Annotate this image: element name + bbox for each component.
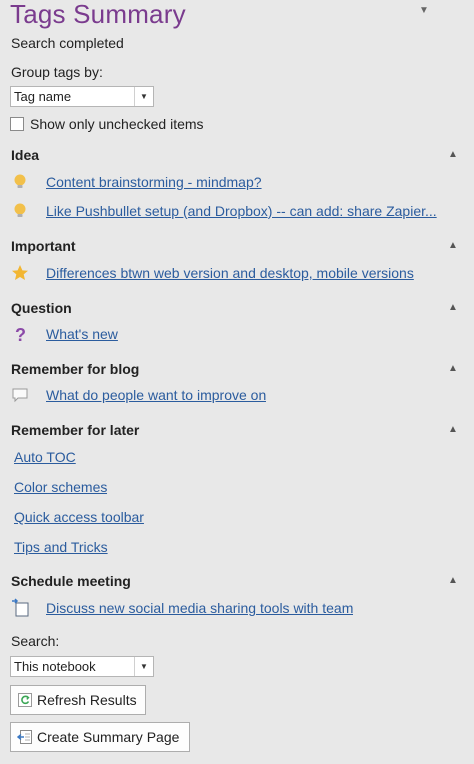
summary-page-icon [17,730,32,744]
collapse-icon[interactable]: ▲ [447,236,459,256]
section-title: Schedule meeting [11,573,131,589]
list-item: Differences btwn web version and desktop… [10,262,462,284]
create-summary-page-label: Create Summary Page [37,729,180,745]
group-by-selected-value: Tag name [14,89,72,104]
search-scope-selected-value: This notebook [14,659,96,674]
refresh-icon [18,693,32,707]
collapse-icon[interactable]: ▲ [447,298,459,318]
list-item: Discuss new social media sharing tools w… [10,597,462,619]
tag-link[interactable]: Differences btwn web version and desktop… [46,262,414,284]
show-unchecked-checkbox[interactable] [10,117,24,131]
list-item: ? What's new [10,323,462,345]
list-item: Quick access toolbar [10,506,462,528]
section-header-question[interactable]: Question ▲ [11,298,459,318]
pane-title: Tags Summary [10,0,186,29]
refresh-results-button[interactable]: Refresh Results [10,685,146,715]
list-item: Color schemes [10,476,462,498]
lightbulb-icon [14,174,26,188]
tag-link[interactable]: What do people want to improve on [46,384,266,406]
collapse-icon[interactable]: ▲ [447,571,459,591]
list-item: Content brainstorming - mindmap? [10,171,462,193]
list-item: What do people want to improve on [10,384,462,406]
section-title: Idea [11,147,40,163]
tag-link[interactable]: Content brainstorming - mindmap? [46,171,262,193]
tags-summary-pane: Tags Summary ▼ Search completed Group ta… [0,0,474,764]
tag-link[interactable]: Discuss new social media sharing tools w… [46,597,353,619]
question-mark-icon: ? [15,325,26,344]
search-status: Search completed [11,35,124,51]
list-item: Like Pushbullet setup (and Dropbox) -- c… [10,200,462,222]
tag-link[interactable]: Tips and Tricks [14,536,108,558]
section-header-important[interactable]: Important ▲ [11,236,459,256]
section-title: Question [11,300,72,316]
section-title: Remember for blog [11,361,140,377]
section-header-schedule-meeting[interactable]: Schedule meeting ▲ [11,571,459,591]
tag-link[interactable]: Auto TOC [14,446,76,468]
group-by-select[interactable]: Tag name ▼ [10,86,154,107]
lightbulb-icon [14,203,26,217]
show-unchecked-label: Show only unchecked items [30,116,204,132]
chevron-down-icon[interactable]: ▼ [134,657,153,676]
section-header-remember-for-blog[interactable]: Remember for blog ▲ [11,359,459,379]
collapse-icon[interactable]: ▲ [447,359,459,379]
refresh-results-label: Refresh Results [37,692,137,708]
section-title: Remember for later [11,422,140,438]
pane-options-dropdown-icon[interactable]: ▼ [418,6,430,16]
speech-bubble-icon [12,388,28,403]
pane-header: Tags Summary ▼ [10,0,464,30]
tag-link[interactable]: Color schemes [14,476,107,498]
list-item: Auto TOC [10,446,462,468]
create-summary-page-button[interactable]: Create Summary Page [10,722,190,752]
section-header-remember-for-later[interactable]: Remember for later ▲ [11,420,459,440]
star-icon [12,265,28,280]
group-by-label: Group tags by: [11,64,103,80]
section-title: Important [11,238,76,254]
search-scope-select[interactable]: This notebook ▼ [10,656,154,677]
calendar-arrow-icon [12,598,29,617]
tag-link[interactable]: Quick access toolbar [14,506,144,528]
collapse-icon[interactable]: ▲ [447,420,459,440]
svg-text:?: ? [15,325,26,344]
section-header-idea[interactable]: Idea ▲ [11,145,459,165]
show-unchecked-toggle[interactable]: Show only unchecked items [10,115,204,133]
tag-link[interactable]: Like Pushbullet setup (and Dropbox) -- c… [46,200,437,222]
tag-link[interactable]: What's new [46,323,118,345]
search-scope-label: Search: [11,633,60,649]
list-item: Tips and Tricks [10,536,462,558]
collapse-icon[interactable]: ▲ [447,145,459,165]
chevron-down-icon[interactable]: ▼ [134,87,153,106]
